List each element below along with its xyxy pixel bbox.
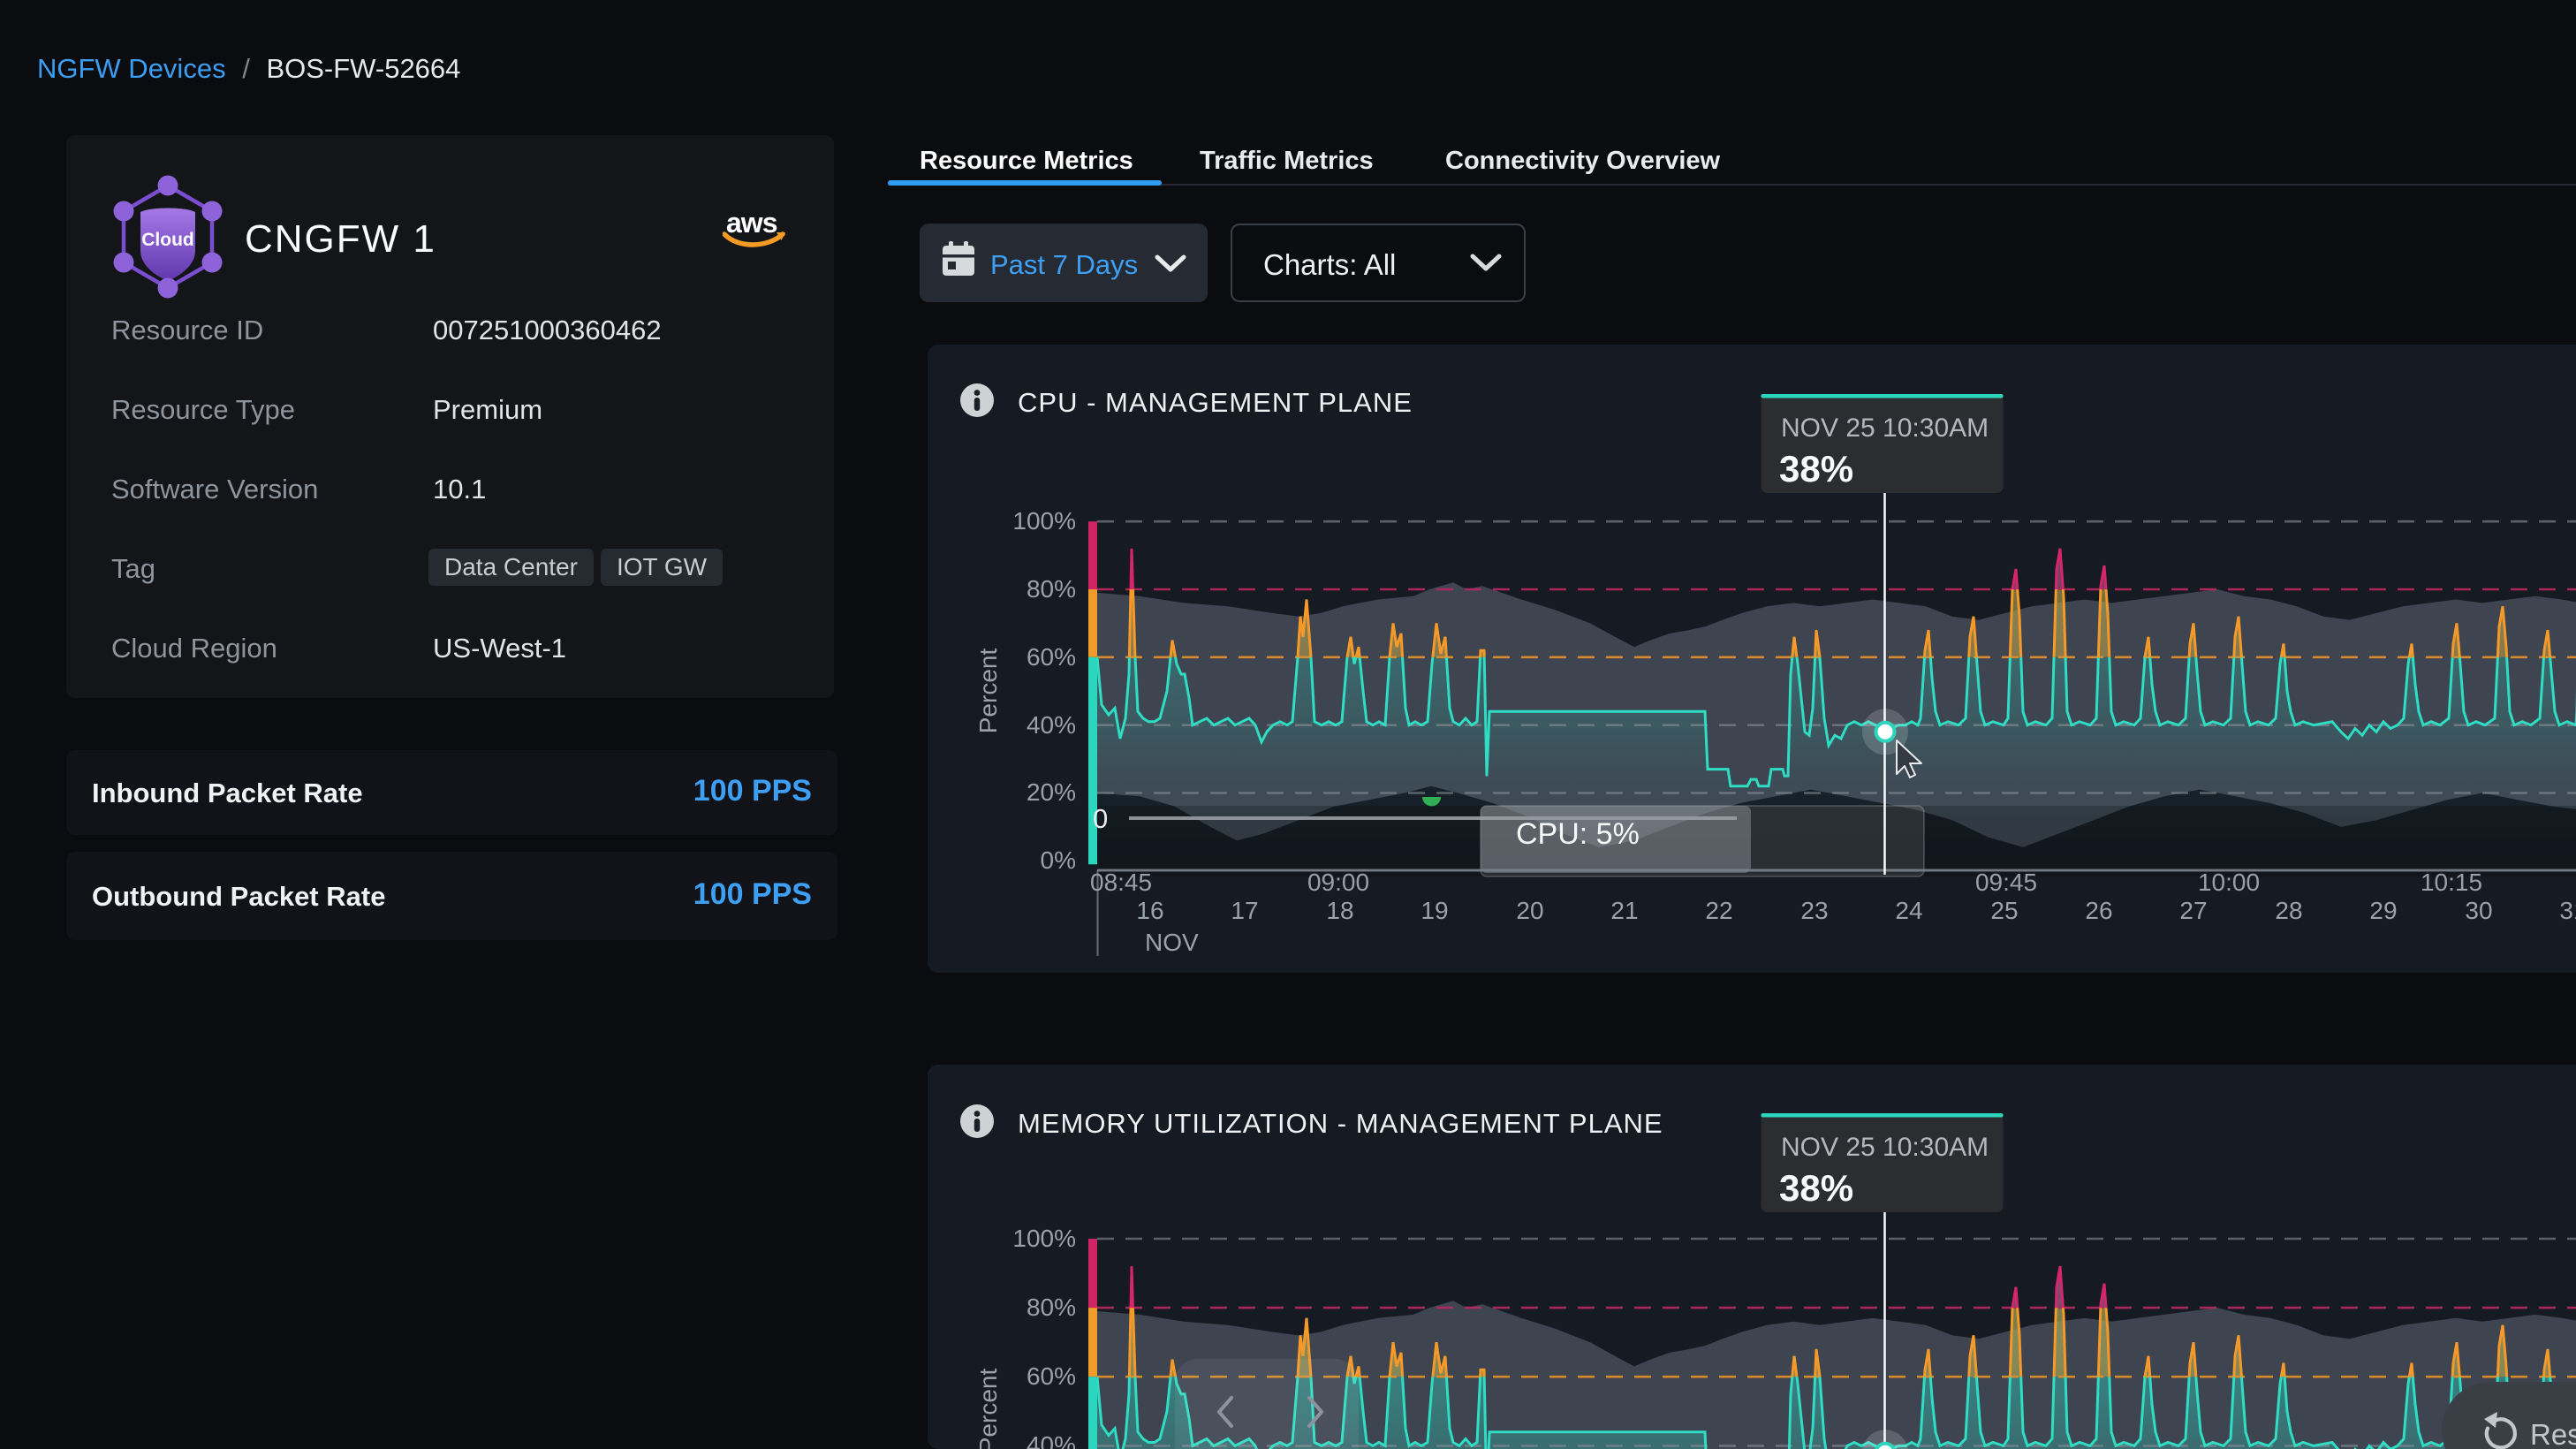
- svg-text:28: 28: [2275, 897, 2302, 924]
- svg-text:Percent: Percent: [974, 1369, 1002, 1449]
- svg-text:Percent: Percent: [974, 649, 1002, 734]
- svg-text:NOV 25 10:30AM: NOV 25 10:30AM: [1781, 1133, 1989, 1162]
- svg-text:NOV: NOV: [1145, 929, 1199, 956]
- svg-text:31: 31: [2559, 897, 2576, 924]
- svg-text:22: 22: [1705, 897, 1732, 924]
- svg-text:38%: 38%: [1779, 448, 1853, 489]
- svg-text:20: 20: [1516, 897, 1543, 924]
- svg-text:23: 23: [1800, 897, 1828, 924]
- svg-text:10:15: 10:15: [2421, 869, 2482, 896]
- svg-text:08:45: 08:45: [1090, 869, 1152, 896]
- svg-text:100%: 100%: [1012, 507, 1076, 535]
- svg-text:0: 0: [1093, 803, 1108, 834]
- svg-text:38%: 38%: [1779, 1167, 1853, 1209]
- svg-text:Cloud: Cloud: [141, 230, 193, 250]
- svg-text:16: 16: [1136, 897, 1163, 924]
- svg-text:24: 24: [1895, 897, 1922, 924]
- svg-text:40%: 40%: [1027, 1431, 1076, 1449]
- svg-text:0%: 0%: [1041, 846, 1076, 874]
- svg-text:18: 18: [1326, 897, 1353, 924]
- svg-text:60%: 60%: [1027, 643, 1076, 671]
- svg-text:27: 27: [2179, 897, 2207, 924]
- svg-text:19: 19: [1421, 897, 1448, 924]
- svg-text:NOV 25 10:30AM: NOV 25 10:30AM: [1781, 413, 1989, 443]
- svg-text:80%: 80%: [1027, 575, 1076, 603]
- svg-text:21: 21: [1610, 897, 1638, 924]
- svg-text:26: 26: [2085, 897, 2112, 924]
- svg-text:60%: 60%: [1027, 1362, 1076, 1390]
- svg-text:30: 30: [2465, 897, 2492, 924]
- svg-text:09:45: 09:45: [1975, 869, 2037, 896]
- svg-text:100%: 100%: [1012, 1225, 1076, 1252]
- svg-text:09:00: 09:00: [1307, 869, 1369, 896]
- svg-text:10:00: 10:00: [2198, 869, 2260, 896]
- svg-text:29: 29: [2369, 897, 2397, 924]
- svg-text:80%: 80%: [1027, 1293, 1076, 1321]
- svg-text:CPU: 5%: CPU: 5%: [1516, 817, 1640, 851]
- svg-text:17: 17: [1231, 897, 1258, 924]
- svg-text:20%: 20%: [1027, 778, 1076, 806]
- svg-text:40%: 40%: [1027, 711, 1076, 739]
- svg-text:25: 25: [1990, 897, 2018, 924]
